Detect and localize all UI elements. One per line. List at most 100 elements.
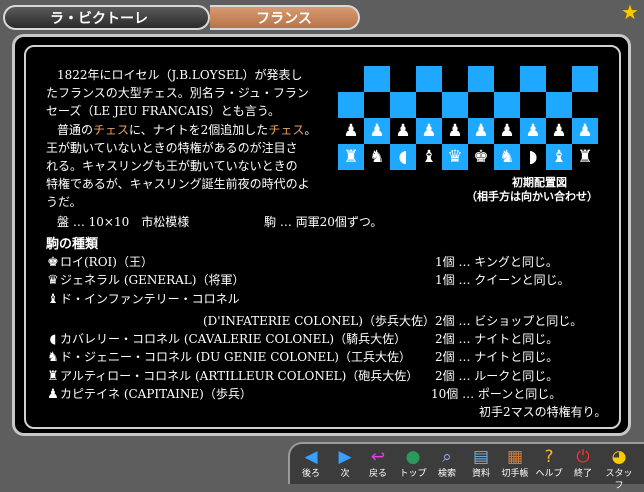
piece-icon: ♟ [338, 118, 364, 144]
description-line: たフランスの大型チェス。別名ラ・ジュ・フラン [46, 86, 309, 100]
piece-name: ジェネラル (GENERAL)（将軍） [60, 273, 245, 287]
description-text: 普通の [57, 123, 94, 137]
toolbar-button[interactable]: ? ヘルプ [534, 446, 564, 484]
piece-row: ◖ カバレリー・コロネル (CAVALERIE COLONEL)（騎兵大佐） [46, 330, 407, 348]
description-line: 普通のチェスに、ナイトを2個追加したチェス。 [57, 121, 316, 138]
piece-count: 1個 … クイーンと同じ。 [435, 273, 570, 287]
toolbar-button[interactable]: ▦ 切手帳 [500, 446, 530, 484]
toolbar-label: 資料 [471, 469, 490, 479]
piece-icon: ♜ [338, 144, 364, 170]
piece-count: 1個 … キングと同じ。 [435, 255, 558, 269]
toolbar-button[interactable]: ▤ 資料 [466, 446, 496, 484]
board-square [416, 66, 442, 92]
chess-link[interactable]: チェス [268, 123, 304, 137]
return-icon: ↩ [370, 447, 386, 467]
piece-icon: ♟ [416, 118, 442, 144]
board-square [468, 66, 494, 92]
board-square [520, 92, 546, 118]
piece-row: ♜アルティロー・コロネル (ARTILLEUR COLONEL)（砲兵大佐） [46, 367, 418, 385]
piece-icon: ◖ [49, 332, 57, 347]
piece-row: ♞ド・ジェニー・コロネル (DU GENIE COLONEL)（工兵大佐） [46, 348, 411, 366]
piece-icon: ♟ [47, 387, 59, 402]
piece-icon: ♝ [47, 292, 59, 307]
piece-icon: ♝ [546, 144, 572, 170]
piece-icon: ♛ [442, 144, 468, 170]
description-line: 王が動いていないときの特権があるのが注目さ [46, 141, 298, 155]
pieces-info: 駒 … 両軍20個ずつ。 [264, 215, 383, 229]
globe-icon: ● [405, 447, 421, 467]
piece-icon: ◖ [390, 144, 416, 170]
toolbar-button[interactable]: ⌕ 検索 [432, 446, 462, 484]
back-arrow-icon: ◀ [304, 447, 318, 467]
piece-icon: ♞ [494, 144, 520, 170]
board-square [390, 92, 416, 118]
board-square [546, 92, 572, 118]
toolbar-label: スタッフ [605, 469, 633, 491]
board-square [494, 92, 520, 118]
toolbar-label: 終了 [573, 469, 592, 479]
piece-icon: ♜ [572, 144, 598, 170]
toolbar-label: トップ [399, 469, 427, 479]
piece-name: アルティロー・コロネル (ARTILLEUR COLONEL)（砲兵大佐） [60, 369, 419, 383]
piece-icon: ♟ [572, 118, 598, 144]
toolbar-label: 検索 [437, 469, 456, 479]
piece-name: カバレリー・コロネル (CAVALERIE COLONEL)（騎兵大佐） [60, 332, 407, 346]
toolbar-button[interactable]: ▶ 次 [330, 446, 360, 484]
piece-count: 2個 … ナイトと同じ。 [435, 350, 559, 364]
toolbar-label: 戻る [368, 469, 387, 479]
piece-icon: ♟ [390, 118, 416, 144]
board-square [468, 92, 494, 118]
description-line: れる。キャスリングも王が動いていないときの [46, 159, 298, 173]
piece-icon: ♟ [442, 118, 468, 144]
piece-icon: ♟ [494, 118, 520, 144]
description-line: 1822年にロイセル（J.B.LOYSEL）が発表し [57, 68, 303, 82]
toolbar-button[interactable]: ◕ スタッフ [604, 446, 634, 491]
board-square [442, 92, 468, 118]
board-square [364, 66, 390, 92]
board-square [442, 66, 468, 92]
board-square [364, 92, 390, 118]
toolbar-button[interactable]: ↩ 戻る [363, 446, 393, 484]
board-square [520, 66, 546, 92]
pawn-note: 初手2マスの特権有り。 [479, 405, 607, 419]
toolbar-label: 次 [340, 469, 350, 479]
piece-count: 10個 … ポーンと同じ。 [431, 387, 562, 401]
stamp-icon: ▦ [506, 447, 524, 467]
board-square [416, 92, 442, 118]
description-text: 。 [304, 123, 317, 137]
piece-name: ド・ジェニー・コロネル (DU GENIE COLONEL)（工兵大佐） [60, 350, 411, 364]
piece-icon: ♚ [47, 255, 59, 270]
piece-row: ♝ド・インファンテリー・コロネル [46, 290, 240, 308]
piece-icon: ♟ [364, 118, 390, 144]
star-icon[interactable]: ★ [620, 2, 640, 22]
piece-name: ロイ(ROI)（王） [60, 255, 153, 269]
board-square [572, 92, 598, 118]
piece-icon: ♛ [47, 273, 59, 288]
piece-row: (D'INFATERIE COLONEL)（歩兵大佐） [203, 312, 435, 330]
piece-row: ♚ロイ(ROI)（王） [46, 253, 153, 271]
board-square [546, 66, 572, 92]
piece-name: ド・インファンテリー・コロネル [60, 292, 240, 306]
section-heading: 駒の種類 [46, 237, 99, 252]
power-icon: ⏻ [576, 447, 590, 467]
board-square [572, 66, 598, 92]
board-square [338, 66, 364, 92]
piece-icon: ♟ [520, 118, 546, 144]
next-arrow-icon: ▶ [338, 447, 352, 467]
chess-link[interactable]: チェス [93, 123, 129, 137]
page-title-tab: ラ・ビクトーレ [3, 5, 210, 30]
board-square [390, 66, 416, 92]
toolbar-button[interactable]: ◀ 後ろ [296, 446, 326, 484]
navigation-toolbar: ◀ 後ろ ▶ 次 ↩ 戻る ● トップ ⌕ 検索 ▤ 資料 ▦ 切手帳? ヘルプ ⏻ 終了 ◕ スタッフ [288, 442, 644, 491]
piece-icon: ♟ [468, 118, 494, 144]
piece-icon: ♞ [364, 144, 390, 170]
staff-icon: ◕ [611, 447, 627, 467]
description-line: セーズ（LE JEU FRANCAIS）とも言う。 [46, 104, 281, 118]
board-square [494, 66, 520, 92]
piece-count: 2個 … ルークと同じ。 [435, 369, 559, 383]
toolbar-label: 切手帳 [501, 469, 529, 479]
piece-icon: ◗ [520, 144, 546, 170]
toolbar-button[interactable]: ● トップ [398, 446, 428, 484]
initial-position-diagram: ♟ ♟ ♟ ♟ ♟ ♟ ♟ ♟ ♟ ♟ ♜ ♞ ◖ ♝ ♛ ♚ ♞ ◗ ♝ ♜ [338, 66, 598, 170]
toolbar-button[interactable]: ⏻ 終了 [568, 446, 598, 484]
